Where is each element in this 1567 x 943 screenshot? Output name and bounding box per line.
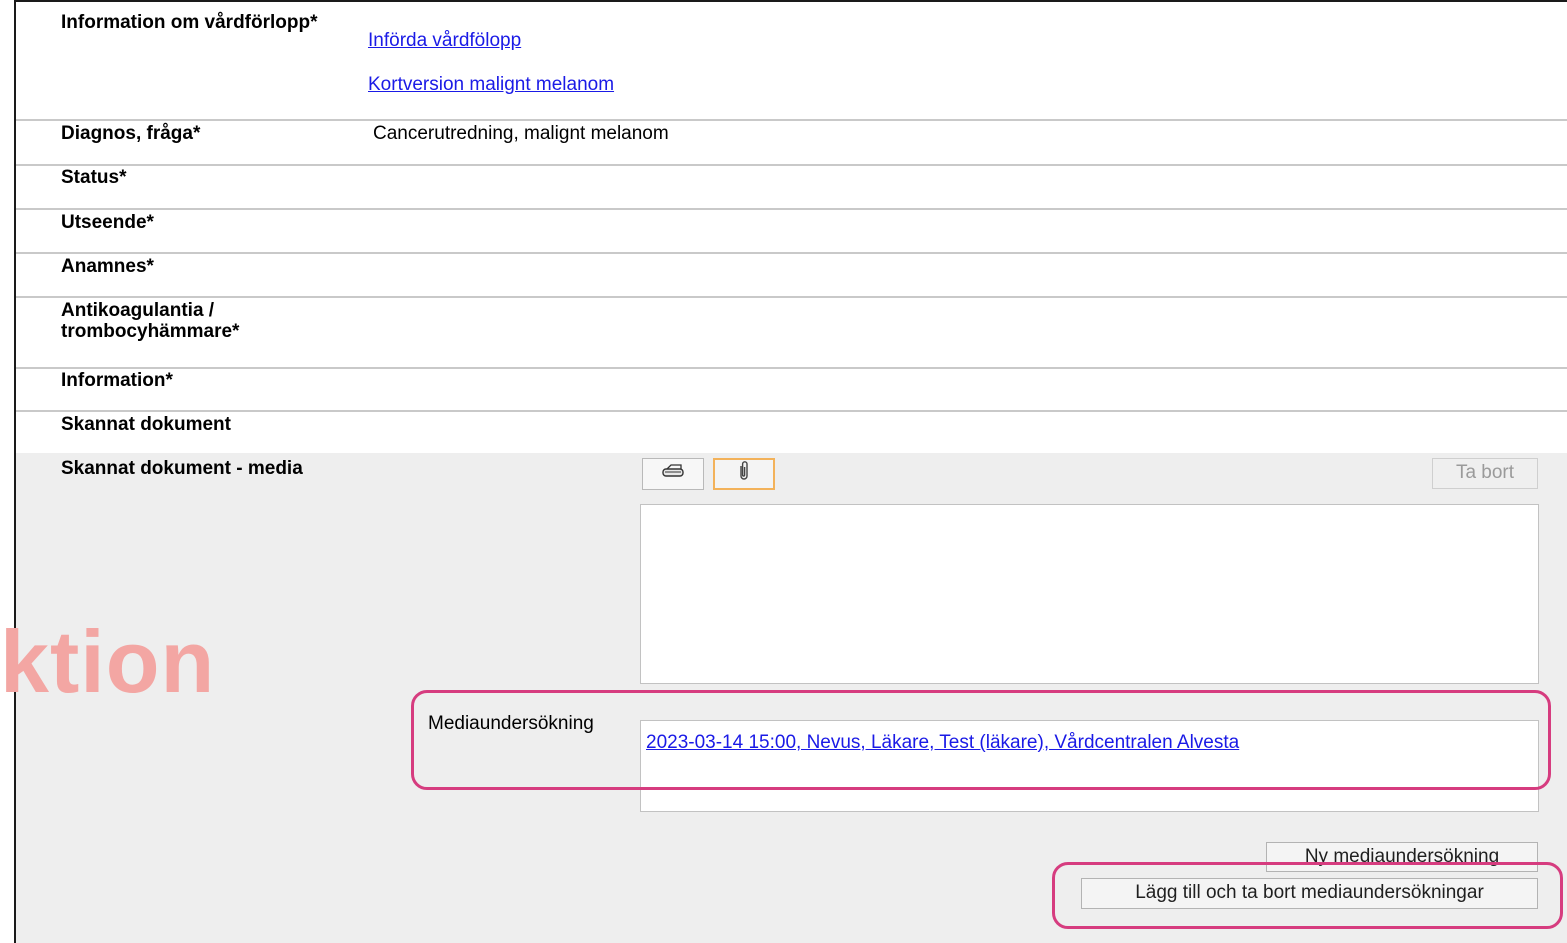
- antikoag-label-line1: Antikoagulantia /: [61, 300, 215, 321]
- row-divider: [16, 296, 1567, 298]
- scanner-icon: [661, 463, 685, 485]
- row-divider: [16, 410, 1567, 412]
- anamnes-label: Anamnes*: [61, 256, 154, 277]
- media-preview-area[interactable]: [640, 504, 1539, 684]
- diagnos-value: Cancerutredning, malignt melanom: [373, 123, 669, 144]
- row-divider: [16, 252, 1567, 254]
- highlight-add-remove-button: [1052, 862, 1563, 929]
- watermark-text: ktion: [0, 612, 216, 711]
- paperclip-icon: [737, 460, 751, 488]
- row-divider: [16, 164, 1567, 166]
- diagnos-label: Diagnos, fråga*: [61, 123, 201, 144]
- information-label: Information*: [61, 370, 173, 391]
- antikoag-label: Antikoagulantia / trombocyhämmare*: [61, 300, 239, 342]
- row-divider: [16, 367, 1567, 369]
- row-divider: [16, 208, 1567, 210]
- antikoag-label-line2: trombocyhämmare*: [61, 321, 240, 342]
- attach-button[interactable]: [713, 458, 775, 490]
- vardforlopp-link-kortversion[interactable]: Kortversion malignt melanom: [368, 74, 614, 95]
- remove-button[interactable]: Ta bort: [1432, 458, 1538, 489]
- row-divider: [16, 119, 1567, 121]
- utseende-label: Utseende*: [61, 212, 154, 233]
- scan-button[interactable]: [642, 458, 704, 490]
- skannat-label: Skannat dokument: [61, 414, 231, 435]
- status-label: Status*: [61, 167, 127, 188]
- vardforlopp-link-inforda[interactable]: Införda vårdfölopp: [368, 30, 521, 51]
- highlight-mediaundersokning: [411, 690, 1551, 790]
- skannat-media-label: Skannat dokument - media: [61, 458, 303, 479]
- vardforlopp-label: Information om vårdförlopp*: [61, 12, 318, 33]
